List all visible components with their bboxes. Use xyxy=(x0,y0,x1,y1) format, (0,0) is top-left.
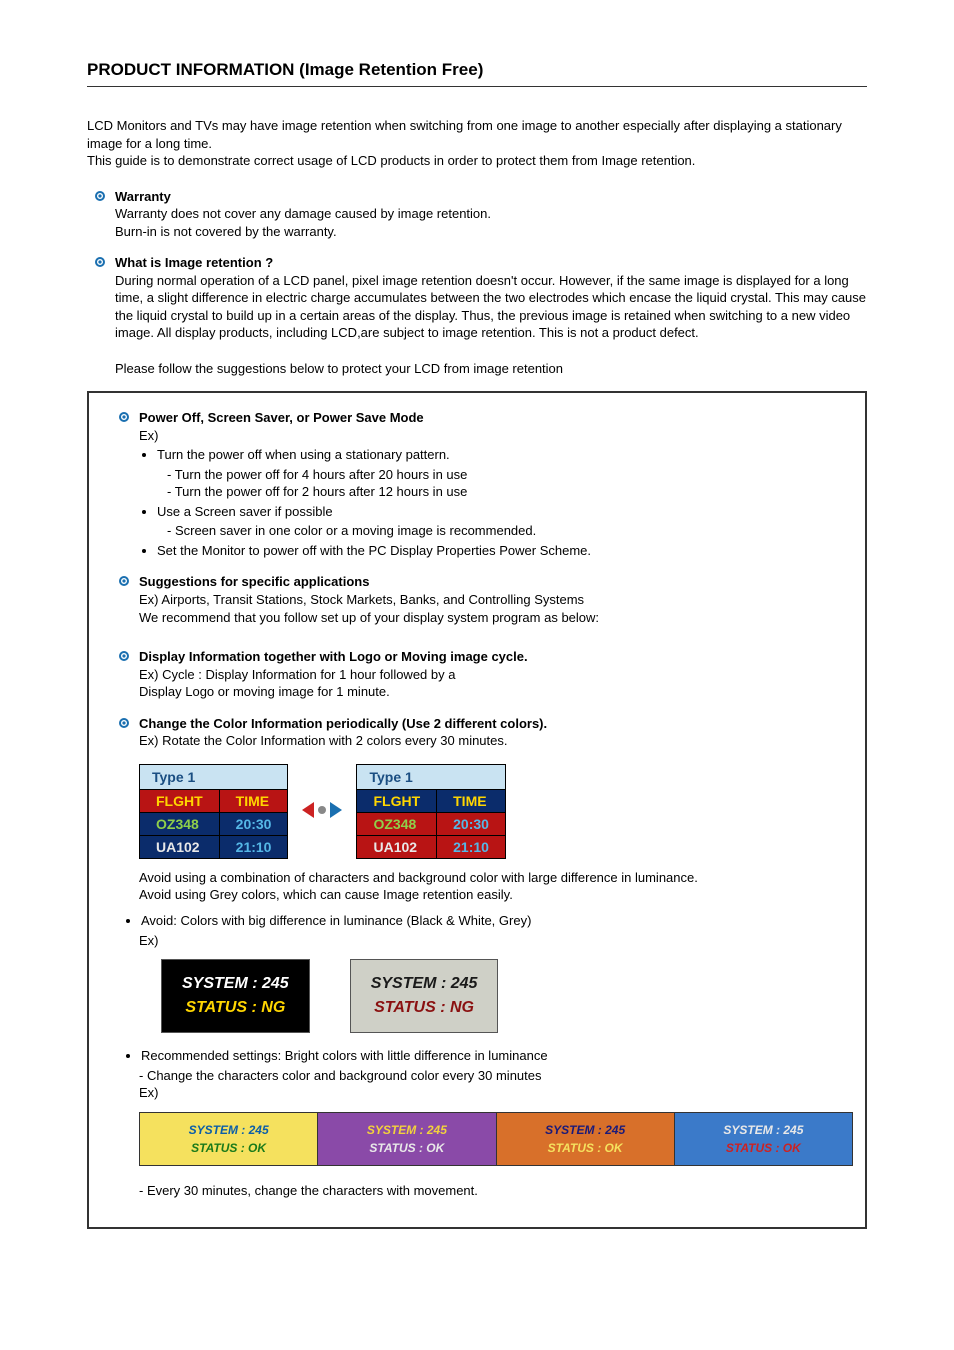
system-box-dark: SYSTEM : 245 STATUS : NG xyxy=(161,959,310,1033)
table-cell: 21:10 xyxy=(437,835,506,858)
display-cycle-section: Display Information together with Logo o… xyxy=(101,648,853,701)
suggestions-line-1: Ex) Airports, Transit Stations, Stock Ma… xyxy=(139,592,584,607)
suggestions-section: Suggestions for specific applications Ex… xyxy=(101,573,853,626)
framed-box: Power Off, Screen Saver, or Power Save M… xyxy=(87,391,867,1229)
color-box-line-2: STATUS : OK xyxy=(726,1141,801,1155)
power-bullet-2: Use a Screen saver if possible xyxy=(157,503,853,521)
table-header: FLGHT xyxy=(357,789,437,812)
color-box-line-1: SYSTEM : 245 xyxy=(545,1123,625,1137)
recommended-bullet: Recommended settings: Bright colors with… xyxy=(141,1047,853,1065)
system-box-grey: SYSTEM : 245 STATUS : NG xyxy=(350,959,499,1033)
page-title: PRODUCT INFORMATION (Image Retention Fre… xyxy=(87,60,867,80)
bullet-icon xyxy=(119,651,129,661)
warranty-section: Warranty Warranty does not cover any dam… xyxy=(87,188,867,241)
color-box-line-2: STATUS : OK xyxy=(191,1141,266,1155)
example-tables: Type 1 FLGHTTIME OZ34820:30 UA10221:10 T… xyxy=(139,764,853,859)
table-cell: UA102 xyxy=(140,835,220,858)
color-box-4: SYSTEM : 245 STATUS : OK xyxy=(675,1113,852,1165)
divider xyxy=(87,86,867,87)
swap-arrows-icon xyxy=(302,798,342,825)
bullet-icon xyxy=(119,576,129,586)
intro-line-1: LCD Monitors and TVs may have image rete… xyxy=(87,118,842,151)
color-box-line-1: SYSTEM : 245 xyxy=(367,1123,447,1137)
bullet-icon xyxy=(119,412,129,422)
power-sub-1b: - Turn the power off for 2 hours after 1… xyxy=(167,483,853,501)
table-cell: 20:30 xyxy=(219,812,288,835)
color-box-line-1: SYSTEM : 245 xyxy=(189,1123,269,1137)
intro-block: LCD Monitors and TVs may have image rete… xyxy=(87,117,867,170)
avoid-ex: Ex) xyxy=(139,933,159,948)
color-box-1: SYSTEM : 245 STATUS : OK xyxy=(140,1113,318,1165)
system-line-1: SYSTEM : 245 xyxy=(182,975,289,992)
suggestions-heading: Suggestions for specific applications xyxy=(139,574,369,589)
table-cell: OZ348 xyxy=(357,812,437,835)
color-box-line-1: SYSTEM : 245 xyxy=(723,1123,803,1137)
avoid-bullet: Avoid: Colors with big difference in lum… xyxy=(141,912,853,930)
display-cycle-line-1: Ex) Cycle : Display Information for 1 ho… xyxy=(139,667,455,682)
table-cell: 20:30 xyxy=(437,812,506,835)
avoid-note: Avoid using a combination of characters … xyxy=(139,869,853,904)
color-example-row: SYSTEM : 245 STATUS : OK SYSTEM : 245 STAT… xyxy=(139,1112,853,1166)
suggestions-line-2: We recommend that you follow set up of y… xyxy=(139,610,599,625)
table-header: TIME xyxy=(219,789,288,812)
system-line-1: SYSTEM : 245 xyxy=(371,975,478,992)
change-color-line-1: Ex) Rotate the Color Information with 2 … xyxy=(139,733,508,748)
power-heading: Power Off, Screen Saver, or Power Save M… xyxy=(139,410,424,425)
table-type-label: Type 1 xyxy=(357,764,505,789)
change-color-section: Change the Color Information periodicall… xyxy=(101,715,853,750)
warranty-heading: Warranty xyxy=(115,189,171,204)
color-box-3: SYSTEM : 245 STATUS : OK xyxy=(497,1113,675,1165)
bullet-icon xyxy=(119,718,129,728)
power-sub-1a: - Turn the power off for 4 hours after 2… xyxy=(167,466,853,484)
display-cycle-heading: Display Information together with Logo o… xyxy=(139,649,528,664)
color-box-2: SYSTEM : 245 STATUS : OK xyxy=(318,1113,496,1165)
what-heading: What is Image retention ? xyxy=(115,255,273,270)
power-section: Power Off, Screen Saver, or Power Save M… xyxy=(101,409,853,559)
what-paragraph: During normal operation of a LCD panel, … xyxy=(115,273,866,341)
change-color-heading: Change the Color Information periodicall… xyxy=(139,716,547,731)
bullet-icon xyxy=(95,191,105,201)
example-table-a: Type 1 FLGHTTIME OZ34820:30 UA10221:10 xyxy=(139,764,288,859)
system-line-2: STATUS : NG xyxy=(185,999,285,1016)
system-example-row: SYSTEM : 245 STATUS : NG SYSTEM : 245 ST… xyxy=(161,959,853,1033)
last-note: - Every 30 minutes, change the character… xyxy=(139,1182,853,1200)
example-table-b: Type 1 FLGHTTIME OZ34820:30 UA10221:10 xyxy=(356,764,505,859)
intro-line-2: This guide is to demonstrate correct usa… xyxy=(87,153,695,168)
warranty-line-2: Burn-in is not covered by the warranty. xyxy=(115,224,337,239)
what-section: What is Image retention ? During normal … xyxy=(87,254,867,377)
table-cell: OZ348 xyxy=(140,812,220,835)
power-bullet-3: Set the Monitor to power off with the PC… xyxy=(157,542,853,560)
recommended-line-1: - Change the characters color and backgr… xyxy=(139,1068,542,1083)
color-box-line-2: STATUS : OK xyxy=(369,1141,444,1155)
system-line-2: STATUS : NG xyxy=(374,999,474,1016)
bullet-icon xyxy=(95,257,105,267)
power-ex: Ex) xyxy=(139,428,159,443)
power-sub-2a: - Screen saver in one color or a moving … xyxy=(167,522,853,540)
display-cycle-line-2: Display Logo or moving image for 1 minut… xyxy=(139,684,390,699)
what-follow: Please follow the suggestions below to p… xyxy=(115,361,563,376)
table-type-label: Type 1 xyxy=(140,764,288,789)
avoid-line-2: Avoid using Grey colors, which can cause… xyxy=(139,887,513,902)
table-header: TIME xyxy=(437,789,506,812)
recommended-ex: Ex) xyxy=(139,1085,159,1100)
table-cell: UA102 xyxy=(357,835,437,858)
table-cell: 21:10 xyxy=(219,835,288,858)
table-header: FLGHT xyxy=(140,789,220,812)
warranty-line-1: Warranty does not cover any damage cause… xyxy=(115,206,491,221)
power-bullet-1: Turn the power off when using a stationa… xyxy=(157,446,853,464)
color-box-line-2: STATUS : OK xyxy=(548,1141,623,1155)
avoid-line-1: Avoid using a combination of characters … xyxy=(139,870,698,885)
